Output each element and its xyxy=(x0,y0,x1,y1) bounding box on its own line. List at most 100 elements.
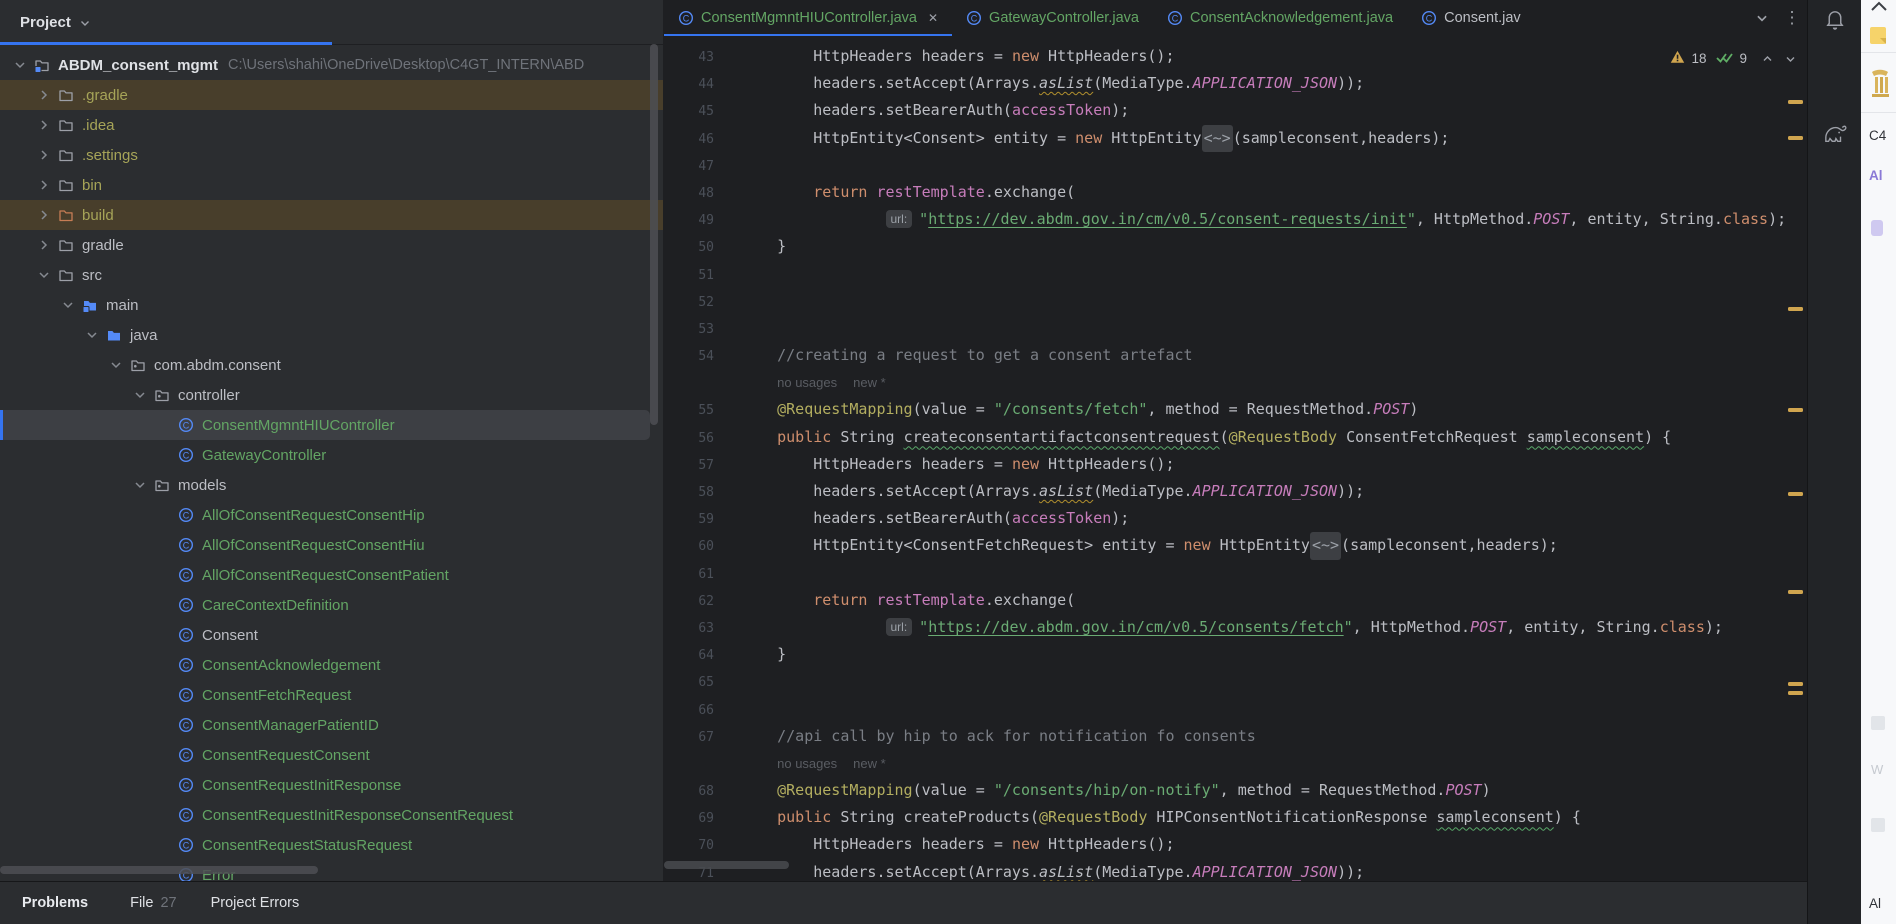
tree-horizontal-scrollbar[interactable] xyxy=(0,866,318,874)
chevron-expanded-icon[interactable] xyxy=(36,267,58,283)
error-stripe-mark[interactable] xyxy=(1788,136,1803,140)
code-line[interactable]: 58 headers.setAccept(Arrays.asList(Media… xyxy=(664,478,1807,505)
bottom-tab-file[interactable]: File27 xyxy=(130,895,177,911)
code-line[interactable]: 62 return restTemplate.exchange( xyxy=(664,587,1807,614)
usages-hint[interactable]: no usages xyxy=(777,375,837,390)
tab-list-chevron-icon[interactable] xyxy=(1747,0,1777,36)
tree-item[interactable]: com.abdm.consent xyxy=(0,350,663,380)
code-line[interactable]: 66 xyxy=(664,696,1807,723)
next-problem-chevron-icon[interactable] xyxy=(1784,53,1797,65)
tree-item[interactable]: CConsent xyxy=(0,620,663,650)
code-line[interactable]: 63 url:"https://dev.abdm.gov.in/cm/v0.5/… xyxy=(664,614,1807,641)
tree-item[interactable]: .gradle xyxy=(0,80,663,110)
code-line[interactable]: 59 headers.setBearerAuth(accessToken); xyxy=(664,505,1807,532)
editor-horizontal-scrollbar[interactable] xyxy=(664,861,789,869)
tree-item[interactable]: CCareContextDefinition xyxy=(0,590,663,620)
code-line[interactable]: 44 headers.setAccept(Arrays.asList(Media… xyxy=(664,70,1807,97)
tree-item[interactable]: CAllOfConsentRequestConsentPatient xyxy=(0,560,663,590)
chevron-expanded-icon[interactable] xyxy=(108,357,130,373)
code-line[interactable]: 53 xyxy=(664,315,1807,342)
inlay-hint-row[interactable]: no usages new * xyxy=(664,750,1807,777)
tree-item[interactable]: gradle xyxy=(0,230,663,260)
code-line[interactable]: 57 HttpHeaders headers = new HttpHeaders… xyxy=(664,451,1807,478)
code-line[interactable]: 48 return restTemplate.exchange( xyxy=(664,179,1807,206)
code-line[interactable]: 50 } xyxy=(664,233,1807,260)
tree-item[interactable]: CConsentAcknowledgement xyxy=(0,650,663,680)
tree-item[interactable]: .settings xyxy=(0,140,663,170)
code-line[interactable]: 61 xyxy=(664,560,1807,587)
tree-item[interactable]: CConsentManagerPatientID xyxy=(0,710,663,740)
tree-item[interactable]: controller xyxy=(0,380,663,410)
project-header[interactable]: Project xyxy=(0,0,663,44)
tree-item[interactable]: CConsentFetchRequest xyxy=(0,680,663,710)
error-stripe-mark[interactable] xyxy=(1788,307,1803,311)
author-hint[interactable]: new * xyxy=(853,756,886,771)
code-line[interactable]: 69 public String createProducts(@Request… xyxy=(664,804,1807,831)
inspections-widget[interactable]: 18 9 xyxy=(1670,50,1797,67)
chevron-collapsed-icon[interactable] xyxy=(36,147,58,163)
tree-item[interactable]: CConsentMgmntHIUController xyxy=(0,410,650,440)
code-editor[interactable]: 43 HttpHeaders headers = new HttpHeaders… xyxy=(664,36,1807,881)
code-line[interactable]: 52 xyxy=(664,288,1807,315)
usages-hint[interactable]: no usages xyxy=(777,756,837,771)
code-line[interactable]: 64 } xyxy=(664,641,1807,668)
code-line[interactable]: 43 HttpHeaders headers = new HttpHeaders… xyxy=(664,43,1807,70)
editor-tab[interactable]: CConsentMgmntHIUController.java✕ xyxy=(664,0,952,36)
tree-item[interactable]: .idea xyxy=(0,110,663,140)
error-stripe-mark[interactable] xyxy=(1788,590,1803,594)
gradle-icon[interactable] xyxy=(1822,122,1848,149)
tree-item[interactable]: ABDM_consent_mgmtC:\Users\shahi\OneDrive… xyxy=(0,50,663,80)
chevron-expanded-icon[interactable] xyxy=(60,297,82,313)
code-line[interactable]: 51 xyxy=(664,261,1807,288)
editor-tab[interactable]: CConsentAcknowledgement.java xyxy=(1153,0,1407,36)
tree-item[interactable]: CGatewayController xyxy=(0,440,663,470)
bottom-tab-project-errors[interactable]: Project Errors xyxy=(211,895,300,911)
pillar-icon[interactable] xyxy=(1869,68,1891,98)
chevron-expanded-icon[interactable] xyxy=(132,477,154,493)
code-line[interactable]: 67 //api call by hip to ack for notifica… xyxy=(664,723,1807,750)
code-line[interactable]: 60 HttpEntity<ConsentFetchRequest> entit… xyxy=(664,532,1807,559)
author-hint[interactable]: new * xyxy=(853,375,886,390)
tree-item[interactable]: main xyxy=(0,290,663,320)
chevron-expanded-icon[interactable] xyxy=(12,57,34,73)
code-line[interactable]: 47 xyxy=(664,152,1807,179)
error-stripe-mark[interactable] xyxy=(1788,691,1803,695)
chevron-collapsed-icon[interactable] xyxy=(36,177,58,193)
chevron-collapsed-icon[interactable] xyxy=(36,237,58,253)
chevron-expanded-icon[interactable] xyxy=(84,327,106,343)
tree-item[interactable]: CAllOfConsentRequestConsentHip xyxy=(0,500,663,530)
bottom-tab-problems[interactable]: Problems xyxy=(22,895,88,911)
code-line[interactable]: 49 url:"https://dev.abdm.gov.in/cm/v0.5/… xyxy=(664,206,1807,233)
tree-item[interactable]: CAllOfConsentRequestConsentHiu xyxy=(0,530,663,560)
tree-item[interactable]: CConsentRequestInitResponseConsentReques… xyxy=(0,800,663,830)
code-line[interactable]: 54 //creating a request to get a consent… xyxy=(664,342,1807,369)
code-line[interactable]: 46 HttpEntity<Consent> entity = new Http… xyxy=(664,125,1807,152)
code-line[interactable]: 70 HttpHeaders headers = new HttpHeaders… xyxy=(664,831,1807,858)
tree-vertical-scrollbar[interactable] xyxy=(650,44,658,425)
code-line[interactable]: 65 xyxy=(664,668,1807,695)
chevron-collapsed-icon[interactable] xyxy=(36,117,58,133)
tab-close-icon[interactable]: ✕ xyxy=(928,11,938,25)
code-line[interactable]: 71 headers.setAccept(Arrays.asList(Media… xyxy=(664,859,1807,881)
tree-item[interactable]: bin xyxy=(0,170,663,200)
editor-tab[interactable]: CConsent.jav xyxy=(1407,0,1535,36)
editor-tab[interactable]: CGatewayController.java xyxy=(952,0,1153,36)
chevron-collapsed-icon[interactable] xyxy=(36,87,58,103)
code-line[interactable]: 55 @RequestMapping(value = "/consents/fe… xyxy=(664,396,1807,423)
tab-options-kebab-icon[interactable]: ⋮ xyxy=(1777,0,1807,36)
notifications-bell-icon[interactable] xyxy=(1824,8,1847,36)
error-stripe-mark[interactable] xyxy=(1788,100,1803,104)
sticky-note-icon[interactable] xyxy=(1870,27,1886,44)
tree-item[interactable]: CConsentRequestStatusRequest xyxy=(0,830,663,860)
code-line[interactable]: 45 headers.setBearerAuth(accessToken); xyxy=(664,97,1807,124)
tree-item[interactable]: CConsentRequestInitResponse xyxy=(0,770,663,800)
error-stripe-mark[interactable] xyxy=(1788,408,1803,412)
tree-item[interactable]: build xyxy=(0,200,663,230)
tree-item[interactable]: src xyxy=(0,260,663,290)
chevron-collapsed-icon[interactable] xyxy=(36,207,58,223)
tree-item[interactable]: CConsentRequestConsent xyxy=(0,740,663,770)
previous-problem-chevron-icon[interactable] xyxy=(1761,53,1774,65)
error-stripe-mark[interactable] xyxy=(1788,492,1803,496)
chevron-expanded-icon[interactable] xyxy=(132,387,154,403)
code-line[interactable]: 56 public String createconsentartifactco… xyxy=(664,424,1807,451)
